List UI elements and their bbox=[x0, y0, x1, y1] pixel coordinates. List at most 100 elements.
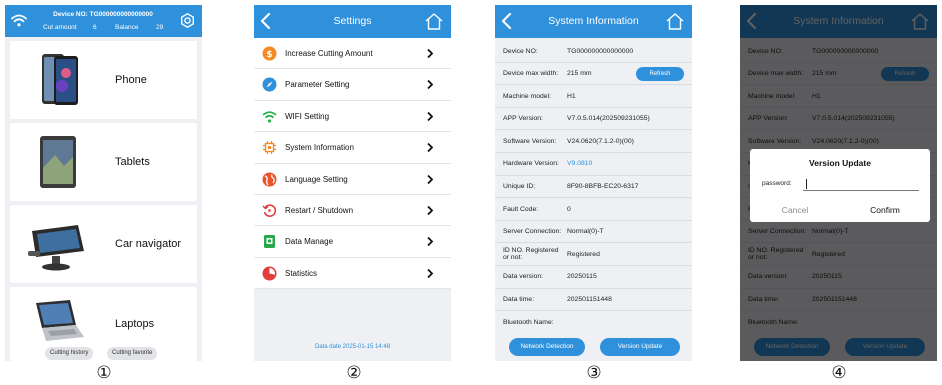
database-icon bbox=[264, 235, 275, 249]
menu-item-label: Language Setting bbox=[285, 174, 348, 184]
info-row-device-max-width: Device max width: 215 mm Refresh bbox=[495, 63, 692, 86]
chevron-right-icon bbox=[427, 48, 434, 59]
info-row-hardware-version: Hardware Version: V9.0810 bbox=[495, 153, 692, 176]
password-input[interactable] bbox=[803, 177, 919, 191]
info-value: 215 mm bbox=[567, 70, 592, 78]
svg-text:$: $ bbox=[266, 50, 272, 60]
figure-label-3: ③ bbox=[586, 363, 602, 383]
menu-item-label: Parameter Setting bbox=[285, 80, 350, 90]
home-icon[interactable] bbox=[665, 12, 685, 31]
settings-menu: $ Increase Cutting Amount Parameter Sett… bbox=[254, 38, 451, 290]
menu-item-system-information[interactable]: System Information bbox=[254, 132, 451, 164]
info-row-software-version: Software Version: V24.0620(7.1.2-0)(00) bbox=[495, 130, 692, 153]
cutting-history-button[interactable]: Cutting history bbox=[45, 347, 94, 360]
info-key: Machine model: bbox=[503, 92, 551, 100]
cutting-favorite-button[interactable]: Cutting favorite bbox=[107, 347, 158, 360]
system-info-list: Device NO: TG000000000000000 Device max w… bbox=[495, 40, 692, 334]
dialog-title: Version Update bbox=[809, 158, 871, 168]
info-value: 20250115 bbox=[567, 273, 597, 281]
back-arrow-icon[interactable] bbox=[259, 11, 273, 31]
info-row-unique-id: Unique ID: 8F90-8BFB-EC20-6317 bbox=[495, 176, 692, 199]
info-value: V24.0620(7.1.2-0)(00) bbox=[567, 137, 634, 145]
wifi-icon[interactable] bbox=[11, 14, 27, 27]
pie-chart-icon bbox=[262, 266, 277, 281]
menu-item-statistics[interactable]: Statistics bbox=[254, 258, 451, 290]
screen-2-settings: Settings $ Increase Cutting Amount Param… bbox=[254, 5, 451, 361]
menu-item-parameter-setting[interactable]: Parameter Setting bbox=[254, 69, 451, 101]
tablet-image bbox=[40, 136, 76, 188]
top-bar: Device NO: TG000000000000000 Cut amount … bbox=[5, 5, 202, 37]
menu-item-wifi-setting[interactable]: WIFI Setting bbox=[254, 101, 451, 133]
page-title: Settings bbox=[333, 15, 372, 27]
cancel-button[interactable]: Cancel bbox=[750, 205, 840, 215]
password-label: password: bbox=[762, 180, 792, 187]
category-laptops[interactable]: Laptops bbox=[10, 287, 197, 361]
figure-label-4: ④ bbox=[831, 363, 847, 383]
menu-item-label: WIFI Setting bbox=[285, 111, 330, 121]
page-title: System Information bbox=[548, 15, 639, 27]
category-car-navigator[interactable]: Car navigator bbox=[10, 205, 197, 283]
category-phone[interactable]: Phone bbox=[10, 41, 197, 119]
screen-3-system-information: System Information Device NO: TG000000000… bbox=[495, 5, 692, 361]
info-key: ID NO. Registered or not: bbox=[503, 247, 559, 262]
confirm-button[interactable]: Confirm bbox=[840, 205, 930, 215]
info-key: APP Version: bbox=[503, 115, 543, 123]
back-arrow-icon[interactable] bbox=[500, 11, 514, 31]
chevron-right-icon bbox=[427, 174, 434, 184]
chip-icon bbox=[263, 141, 276, 155]
menu-item-label: Statistics bbox=[285, 268, 318, 278]
info-key: Data time: bbox=[503, 296, 534, 304]
chevron-right-icon bbox=[427, 205, 434, 216]
globe-icon bbox=[262, 172, 277, 187]
info-key: Bluetooth Name: bbox=[503, 318, 554, 326]
category-label: Car navigator bbox=[115, 238, 182, 250]
cut-amount-label: Cut amount bbox=[43, 24, 77, 31]
info-value: V7.0.5.014(202509231055) bbox=[567, 115, 650, 123]
info-key: Software Version: bbox=[503, 137, 557, 145]
chevron-right-icon bbox=[427, 237, 434, 247]
chevron-right-icon bbox=[427, 80, 434, 90]
refresh-button[interactable]: Refresh bbox=[636, 66, 684, 81]
info-key: Server Connection: bbox=[503, 228, 562, 236]
info-key: Unique ID: bbox=[503, 183, 536, 191]
restart-icon bbox=[262, 204, 277, 217]
data-date: Data date 2025-01-15 14:48 bbox=[314, 344, 391, 350]
menu-item-data-manage[interactable]: Data Manage bbox=[254, 226, 451, 258]
network-detection-button[interactable]: Network Detection bbox=[509, 338, 585, 356]
chevron-right-icon bbox=[427, 111, 434, 121]
menu-item-increase-cutting-amount[interactable]: $ Increase Cutting Amount bbox=[254, 38, 451, 70]
menu-item-restart-shutdown[interactable]: Restart / Shutdown bbox=[254, 195, 451, 227]
info-row-data-time: Data time: 202501151448 bbox=[495, 289, 692, 312]
info-key: Data version: bbox=[503, 273, 544, 281]
laptop-image bbox=[36, 300, 84, 341]
figure-label-2: ② bbox=[346, 363, 362, 383]
info-key: Device max width: bbox=[503, 70, 559, 78]
car-navigator-image bbox=[28, 225, 84, 271]
gear-icon[interactable] bbox=[180, 13, 195, 28]
home-icon[interactable] bbox=[424, 12, 444, 31]
category-label: Tablets bbox=[115, 156, 150, 168]
version-update-dialog: Version Update password: Cancel Confirm bbox=[750, 149, 930, 222]
info-row-id-registered: ID NO. Registered or not: Registered bbox=[495, 243, 692, 266]
info-row-app-version: APP Version: V7.0.5.014(202509231055) bbox=[495, 108, 692, 131]
info-value: V9.0810 bbox=[567, 160, 593, 168]
category-tablets[interactable]: Tablets bbox=[10, 123, 197, 201]
screen-4-version-update-dialog: System Information Device NO:TG000000000… bbox=[740, 5, 937, 361]
menu-item-label: Data Manage bbox=[285, 237, 334, 247]
info-value: 0 bbox=[567, 205, 571, 213]
chevron-right-icon bbox=[427, 143, 434, 153]
figure-label-1: ① bbox=[96, 363, 112, 383]
info-value: H1 bbox=[567, 92, 576, 100]
menu-item-language-setting[interactable]: Language Setting bbox=[254, 164, 451, 195]
info-key: Fault Code: bbox=[503, 205, 539, 213]
screen-1-home: Device NO: TG000000000000000 Cut amount … bbox=[5, 5, 202, 361]
info-row-machine-model: Machine model: H1 bbox=[495, 85, 692, 108]
phone-image bbox=[42, 54, 78, 105]
info-value: TG000000000000000 bbox=[567, 47, 634, 55]
info-row-data-version: Data version: 20250115 bbox=[495, 266, 692, 289]
version-update-button[interactable]: Version Update bbox=[600, 338, 680, 356]
info-row-fault-code: Fault Code: 0 bbox=[495, 198, 692, 221]
cut-amount-value: 6 bbox=[93, 24, 97, 31]
menu-item-label: System Information bbox=[285, 143, 354, 153]
device-number: Device NO: TG000000000000000 bbox=[53, 11, 153, 18]
